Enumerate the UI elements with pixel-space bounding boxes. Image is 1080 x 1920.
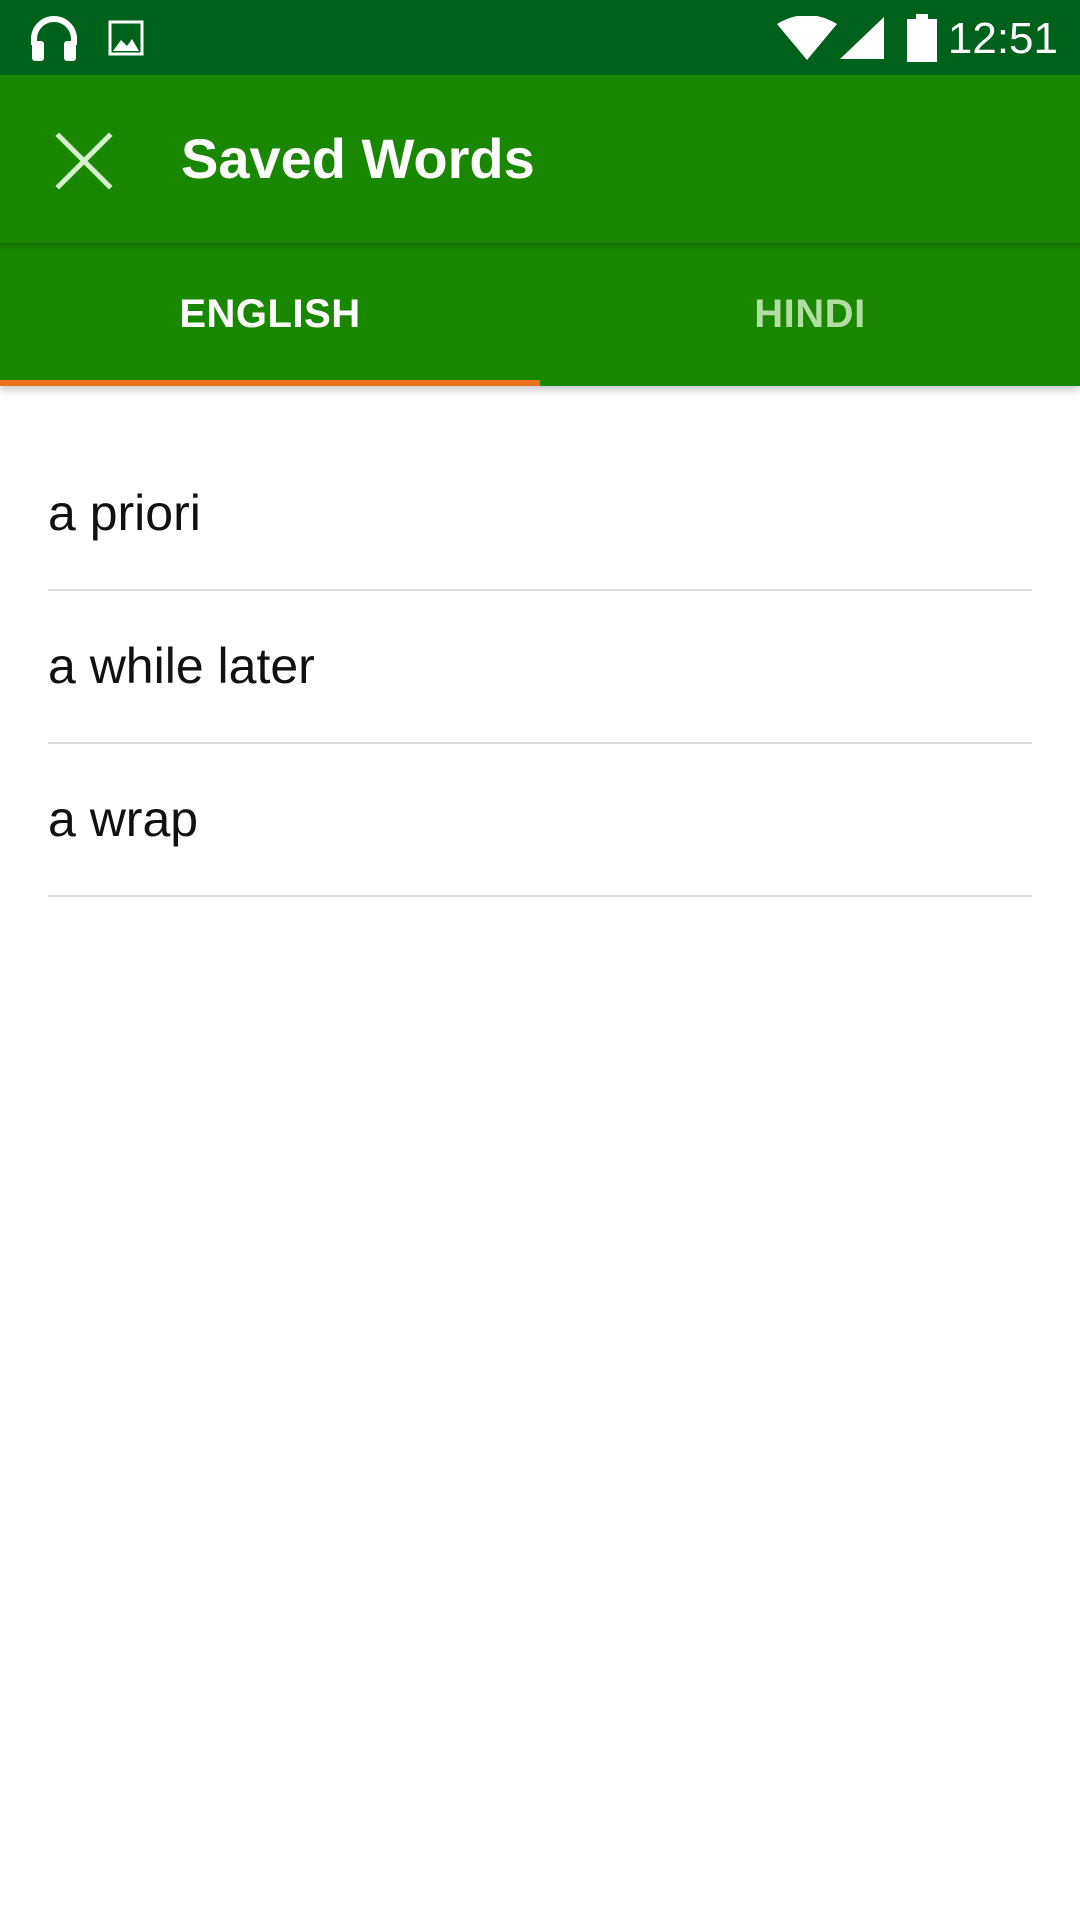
list-item[interactable]: a wrap <box>48 744 1032 897</box>
close-icon <box>55 132 113 190</box>
wifi-icon <box>776 0 838 75</box>
tab-hindi-label: HINDI <box>754 292 866 336</box>
list-item[interactable]: a while later <box>48 591 1032 744</box>
app-bar: Saved Words <box>0 75 1080 243</box>
saved-words-list: a priori a while later a wrap <box>0 438 1080 897</box>
close-button[interactable] <box>40 117 128 205</box>
word-text: a wrap <box>48 791 199 847</box>
tab-hindi[interactable]: HINDI <box>540 243 1080 386</box>
status-time: 12:51 <box>947 14 1058 63</box>
image-icon <box>106 0 146 75</box>
word-text: a while later <box>48 638 315 694</box>
tab-english-label: ENGLISH <box>179 292 361 336</box>
battery-icon <box>906 0 938 75</box>
tab-indicator <box>0 380 540 386</box>
page-title: Saved Words <box>181 127 535 190</box>
tab-bar: ENGLISH HINDI <box>0 243 1080 386</box>
status-bar: 12:51 <box>0 0 1080 75</box>
list-item[interactable]: a priori <box>48 438 1032 591</box>
cell-signal-icon <box>840 0 884 75</box>
headphones-icon <box>26 0 82 75</box>
tab-english[interactable]: ENGLISH <box>0 243 540 386</box>
word-text: a priori <box>48 485 201 541</box>
